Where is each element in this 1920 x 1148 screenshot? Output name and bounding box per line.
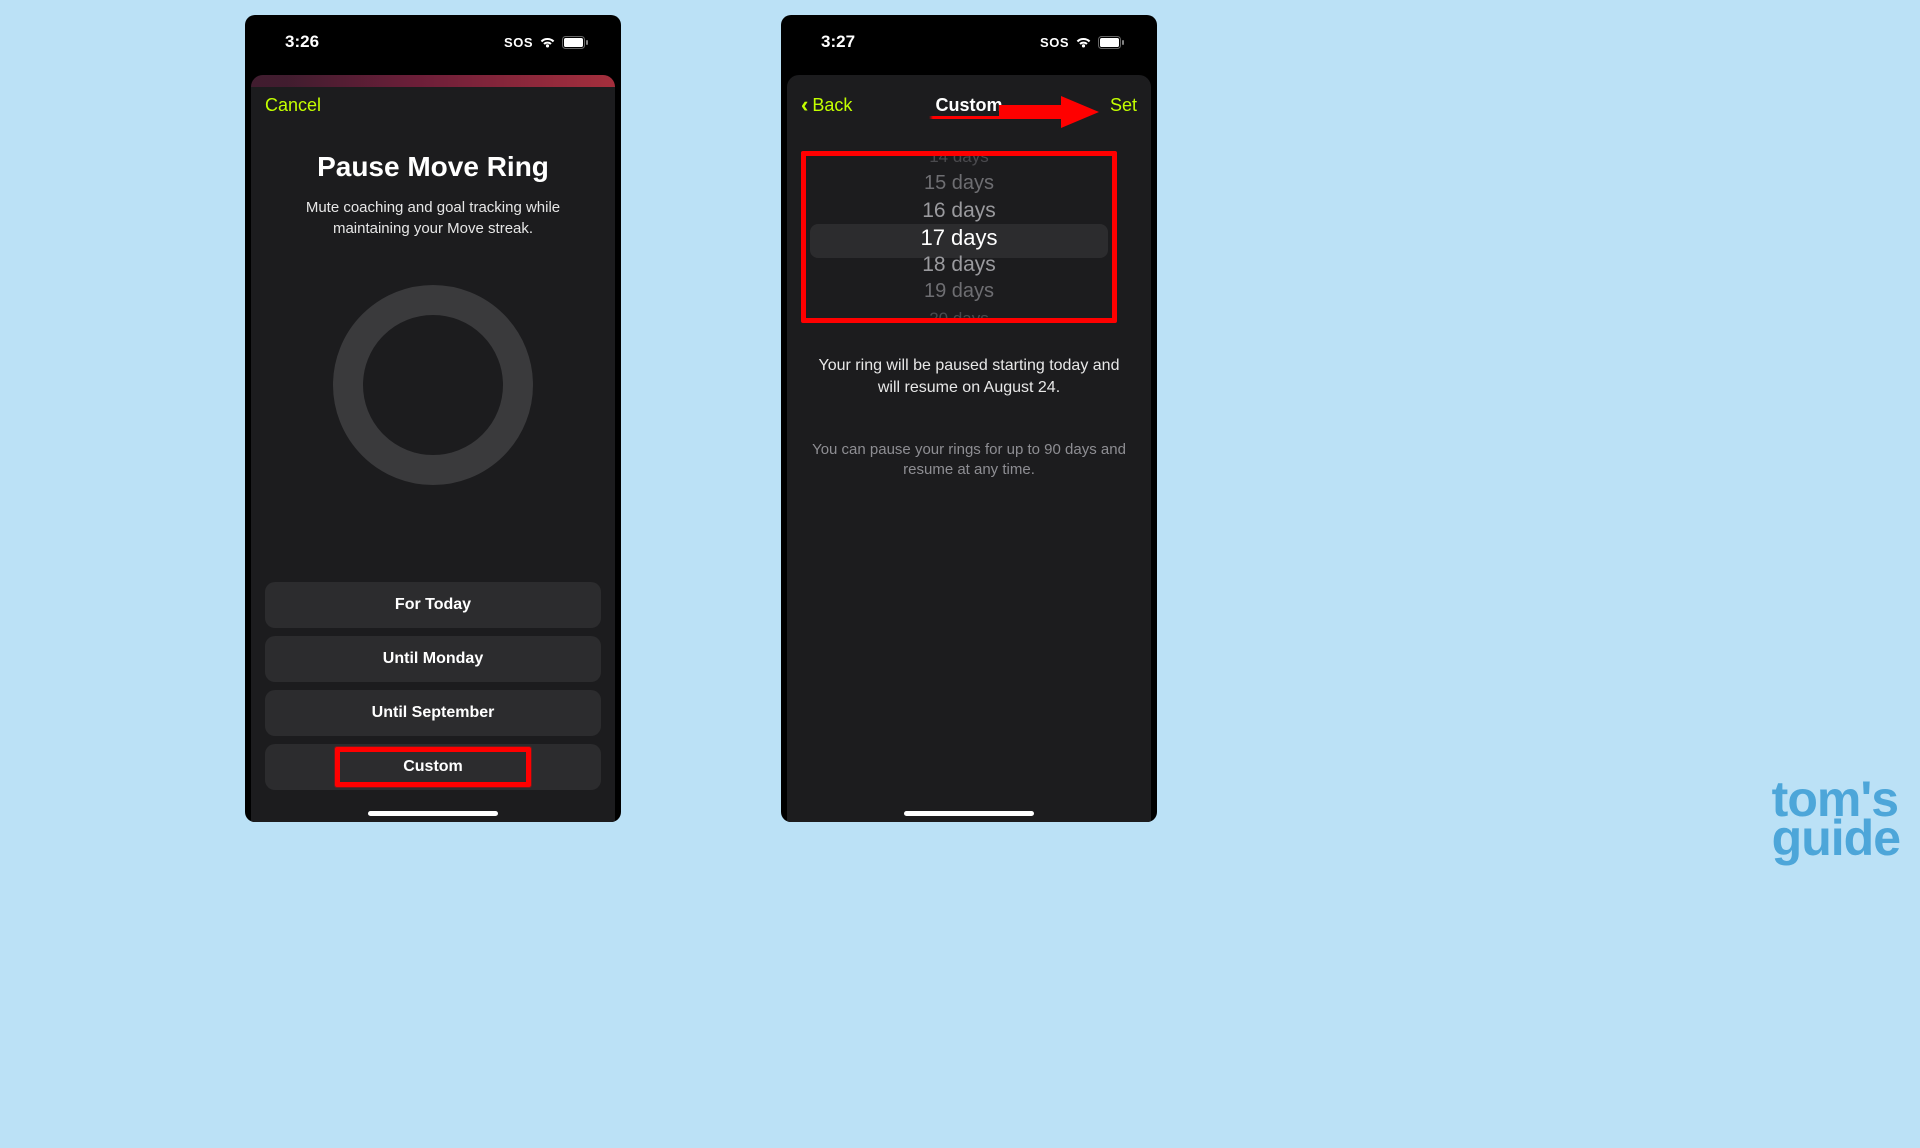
status-bar: 3:26 SOS	[245, 15, 621, 69]
option-custom-button[interactable]: Custom	[265, 744, 601, 790]
battery-icon	[562, 36, 589, 49]
status-sos: SOS	[1040, 35, 1069, 50]
option-custom-label: Custom	[403, 758, 463, 776]
nav-bar: Cancel	[251, 81, 615, 129]
picker-option[interactable]: 14 days	[929, 151, 989, 170]
home-indicator	[904, 811, 1034, 816]
annotation-strike	[929, 116, 1009, 119]
watermark-line2: guide	[1772, 819, 1900, 858]
status-time: 3:26	[285, 32, 319, 52]
status-sos: SOS	[504, 35, 533, 50]
duration-picker[interactable]: 14 days 15 days 16 days 17 days 18 days …	[801, 151, 1117, 323]
back-button[interactable]: ‹ Back	[801, 94, 852, 116]
move-ring-graphic	[251, 285, 615, 485]
home-indicator	[368, 811, 498, 816]
option-for-today-button[interactable]: For Today	[265, 582, 601, 628]
ring-icon	[333, 285, 533, 485]
wifi-icon	[539, 36, 556, 49]
pause-summary-text: Your ring will be paused starting today …	[787, 355, 1151, 398]
watermark-logo: tom's guide	[1772, 780, 1900, 858]
pause-options-list: For Today Until Monday Until September C…	[265, 582, 601, 790]
picker-option[interactable]: 15 days	[924, 170, 994, 197]
modal-sheet: ‹ Back Custom Set 14 days 15 days 16 day…	[787, 75, 1151, 822]
phone-screenshot-pause-move-ring: 3:26 SOS Cancel Pause Move Ring Mute coa…	[245, 15, 621, 822]
wifi-icon	[1075, 36, 1092, 49]
nav-bar: ‹ Back Custom Set	[787, 81, 1151, 129]
chevron-left-icon: ‹	[801, 94, 808, 116]
battery-icon	[1098, 36, 1125, 49]
back-label: Back	[812, 95, 852, 116]
picker-option[interactable]: 20 days	[929, 305, 989, 324]
picker-option[interactable]: 16 days	[922, 197, 996, 224]
status-time: 3:27	[821, 32, 855, 52]
cancel-button[interactable]: Cancel	[265, 95, 321, 116]
option-until-monday-button[interactable]: Until Monday	[265, 636, 601, 682]
picker-option[interactable]: 19 days	[924, 278, 994, 305]
phone-screenshot-custom-picker: 3:27 SOS ‹ Back Custom	[781, 15, 1157, 822]
pause-footnote-text: You can pause your rings for up to 90 da…	[787, 440, 1151, 481]
picker-option[interactable]: 18 days	[922, 251, 996, 278]
page-title: Pause Move Ring	[251, 151, 615, 183]
picker-option-selected[interactable]: 17 days	[920, 224, 997, 251]
option-until-september-button[interactable]: Until September	[265, 690, 601, 736]
page-subtitle: Mute coaching and goal tracking while ma…	[251, 197, 615, 239]
set-button[interactable]: Set	[1110, 95, 1137, 116]
status-bar: 3:27 SOS	[781, 15, 1157, 69]
modal-sheet: Cancel Pause Move Ring Mute coaching and…	[251, 75, 615, 822]
